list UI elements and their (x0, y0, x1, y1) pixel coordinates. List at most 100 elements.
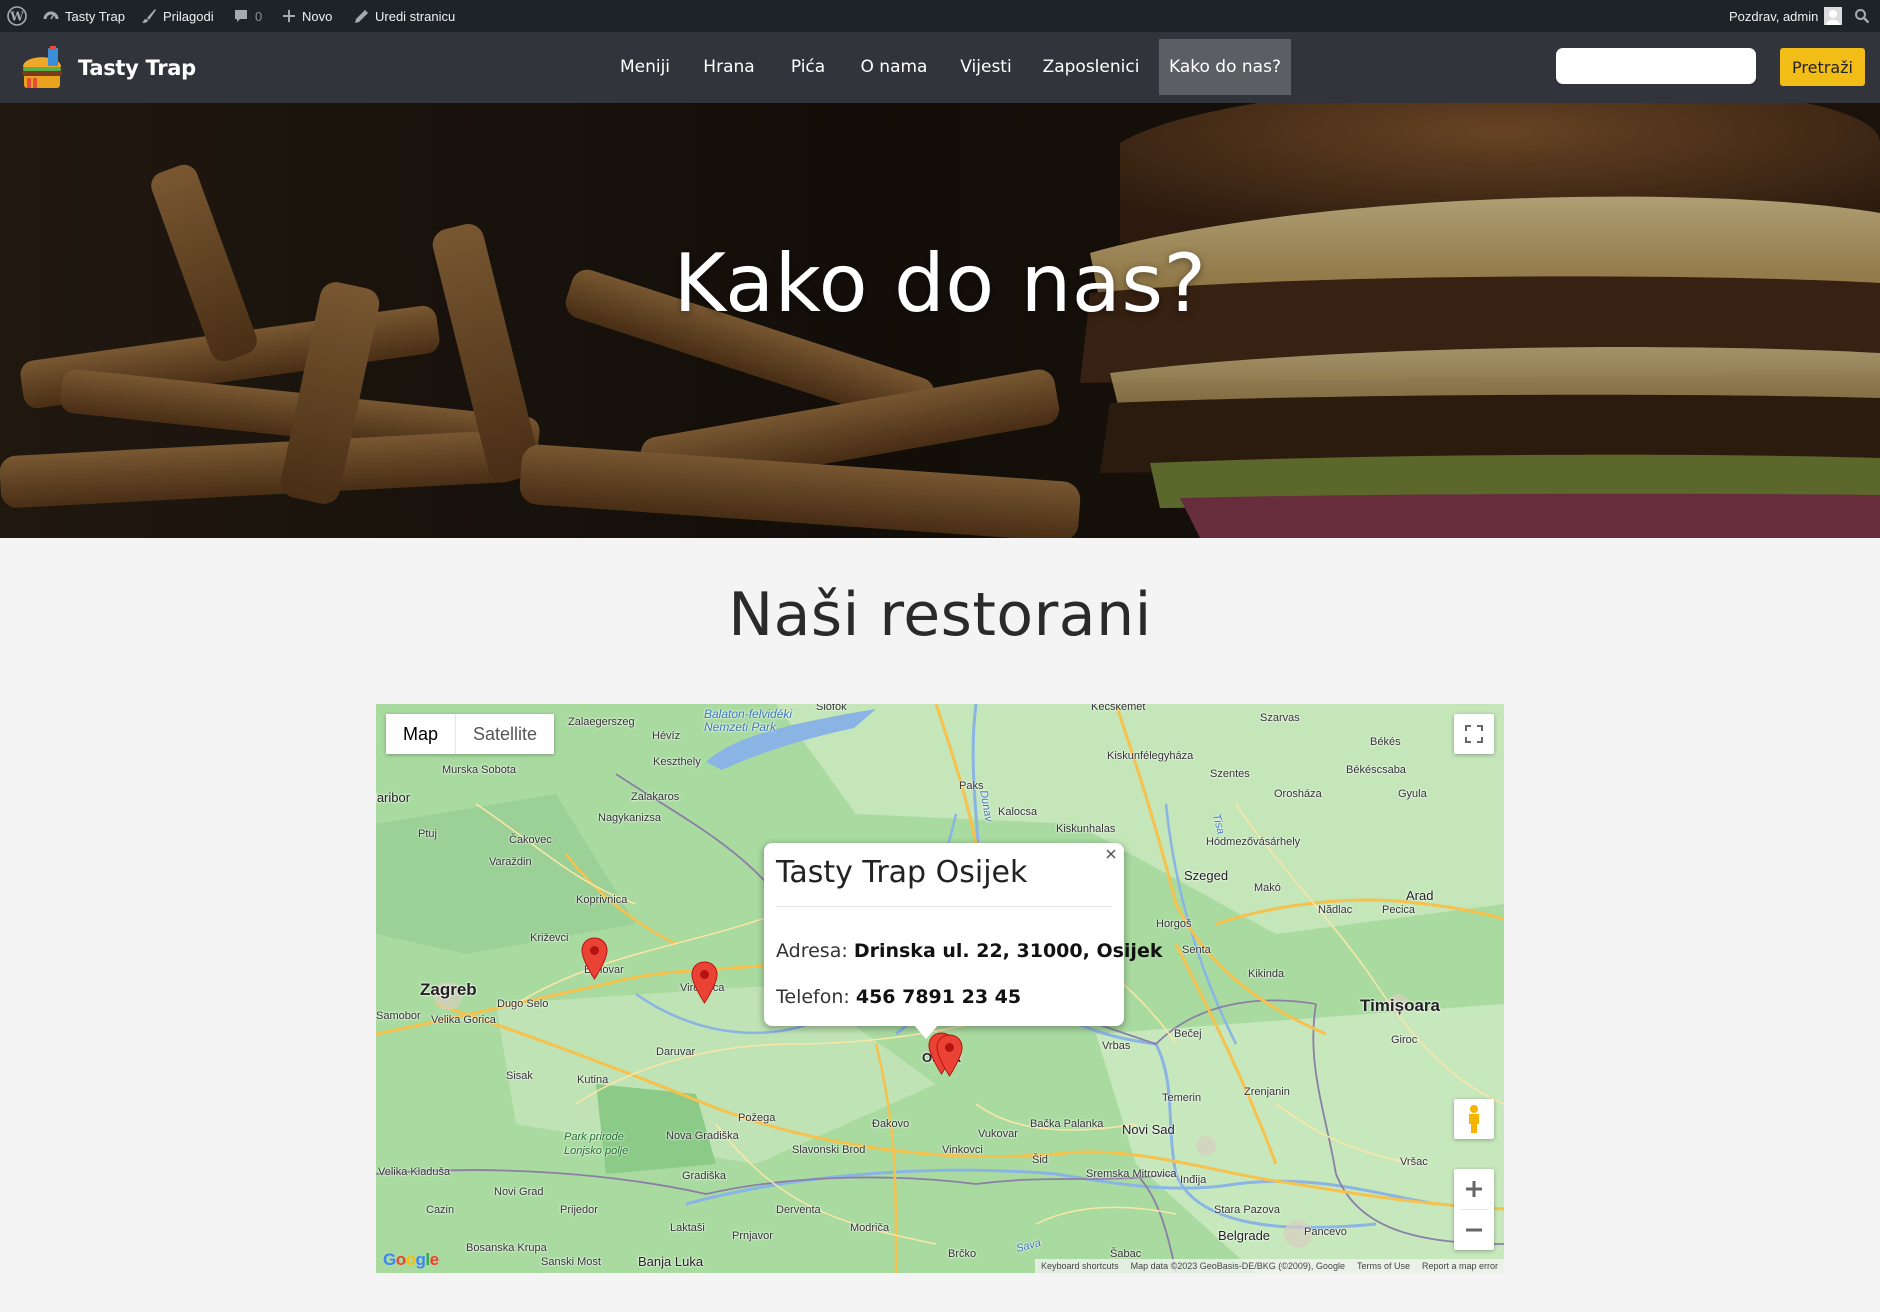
nav-item-hrana[interactable]: Hrana (694, 39, 764, 95)
admin-site-name[interactable]: Tasty Trap (43, 0, 125, 32)
admin-search-icon[interactable] (1854, 0, 1870, 32)
fullscreen-button[interactable] (1454, 714, 1494, 754)
pegman-icon (1469, 1105, 1479, 1133)
google-logo[interactable]: Google (383, 1250, 439, 1270)
map-label-novi-sad: Novi Sad (1122, 1122, 1175, 1137)
site-title[interactable]: Tasty Trap (78, 32, 196, 103)
zoom-control (1454, 1169, 1494, 1250)
info-window-divider (776, 906, 1112, 907)
map-label-heviz: Hévíz (652, 730, 681, 742)
google-map[interactable]: Zalaegerszeg Hévíz Keszthely Balaton-fel… (376, 704, 1504, 1273)
map-label-backa-palanka: Bačka Palanka (1030, 1118, 1104, 1130)
admin-greeting: Pozdrav, admin (1729, 8, 1819, 24)
map-label-zagreb: Zagreb (420, 980, 477, 999)
info-window-phone-label: Telefon: (776, 986, 850, 1008)
admin-customize[interactable]: Prilagodi (141, 0, 214, 32)
zoom-in-button[interactable] (1454, 1169, 1494, 1209)
brush-icon (142, 9, 156, 23)
map-label-pozega: Požega (738, 1112, 776, 1124)
fullscreen-icon (1465, 725, 1483, 743)
map-label-kiskunhalas: Kiskunhalas (1056, 823, 1116, 835)
map-label-gyula: Gyula (1398, 788, 1427, 800)
map-marker-virovitica[interactable] (691, 961, 718, 1004)
plus-icon (1466, 1181, 1482, 1197)
map-label-ptuj: Ptuj (418, 828, 437, 840)
nav-item-zaposlenici[interactable]: Zaposlenici (1036, 39, 1146, 95)
admin-account[interactable]: Pozdrav, admin (1729, 0, 1843, 32)
map-label-prnjavor: Prnjavor (732, 1230, 773, 1242)
comment-icon (235, 10, 247, 22)
map-label-velika-kladusa: Velika Kladuša (378, 1166, 451, 1178)
map-label-mako: Makó (1254, 882, 1281, 894)
nav-item-meniji[interactable]: Meniji (612, 39, 678, 95)
wordpress-logo-icon[interactable]: W (7, 0, 27, 32)
site-logo-icon[interactable] (18, 44, 66, 92)
map-label-novi-grad: Novi Grad (494, 1186, 544, 1198)
close-icon (1106, 849, 1116, 859)
svg-text:W: W (9, 10, 24, 24)
map-type-satellite-button[interactable]: Satellite (456, 714, 554, 754)
map-type-map-button[interactable]: Map (386, 714, 457, 754)
info-window-address-value: Drinska ul. 22, 31000, Osijek (853, 940, 1163, 962)
info-window-close-button[interactable] (1104, 847, 1118, 861)
map-label-velika-gorica: Velika Gorica (431, 1014, 496, 1026)
plus-icon (283, 10, 295, 22)
map-label-nagykanizsa: Nagykanizsa (598, 812, 661, 824)
admin-customize-label: Prilagodi (163, 8, 214, 24)
map-label-derventa: Derventa (776, 1204, 821, 1216)
keyboard-shortcuts-link[interactable]: Keyboard shortcuts (1041, 1261, 1119, 1271)
map-label-sid: Šid (1032, 1154, 1048, 1166)
nav-item-vijesti[interactable]: Vijesti (952, 39, 1020, 95)
map-label-belgrade: Belgrade (1218, 1228, 1271, 1243)
info-window-address-label: Adresa: (776, 940, 848, 962)
map-label-senta: Senta (1182, 944, 1211, 956)
map-label-kikinda: Kikinda (1248, 968, 1285, 980)
map-label-maribor: Maribor (376, 790, 411, 805)
map-label-krizevci: Križevci (530, 932, 569, 944)
map-label-vrsac: Vršac (1400, 1156, 1428, 1168)
admin-new-label: Novo (302, 8, 333, 24)
map-label-koprivnica: Koprivnica (576, 894, 628, 906)
map-label-hodmezovasarhely: Hódmezővásárhely (1206, 836, 1301, 848)
admin-edit-page[interactable]: Uredi stranicu (354, 0, 455, 32)
map-label-bosanska-krupa: Bosanska Krupa (466, 1242, 547, 1254)
map-label-sanski-most: Sanski Most (541, 1256, 601, 1268)
map-label-sremska-mitrovica: Sremska Mitrovica (1086, 1168, 1177, 1180)
map-label-timisoara: Timișoara (1360, 996, 1441, 1015)
nav-item-pica[interactable]: Pića (780, 39, 836, 95)
map-marker-bjelovar[interactable] (581, 937, 608, 980)
terms-of-use-link[interactable]: Terms of Use (1357, 1261, 1410, 1271)
admin-comments[interactable]: 0 (233, 0, 262, 32)
map-label-slavonski-brod: Slavonski Brod (792, 1144, 866, 1156)
avatar (1824, 7, 1843, 25)
search-button[interactable]: Pretraži (1780, 48, 1865, 86)
map-label-temerin: Temerin (1162, 1092, 1202, 1104)
map-label-vinkovci: Vinkovci (942, 1144, 983, 1156)
map-label-vrbas: Vrbas (1102, 1040, 1131, 1052)
admin-site-name-label: Tasty Trap (65, 8, 125, 24)
nav-item-o-nama[interactable]: O nama (852, 39, 936, 95)
map-label-pancevo: Pancevo (1304, 1226, 1347, 1238)
street-view-button[interactable] (1454, 1099, 1494, 1139)
map-marker-osijek-2[interactable] (936, 1034, 963, 1077)
map-label-kiskunfelegyhaza: Kiskunfélegyháza (1107, 750, 1194, 762)
admin-new[interactable]: Novo (282, 0, 332, 32)
map-info-window-tail (914, 1025, 938, 1039)
map-attribution: Keyboard shortcuts Map data ©2023 GeoBas… (1035, 1259, 1504, 1273)
report-map-error-link[interactable]: Report a map error (1422, 1261, 1498, 1271)
map-label-balaton-park: Balaton-felvidéki Nemzeti Park (704, 707, 793, 734)
zoom-out-button[interactable] (1454, 1210, 1494, 1250)
map-label-daruvar: Daruvar (656, 1046, 696, 1058)
pencil-icon (355, 9, 368, 23)
map-label-gradiska: Gradiška (682, 1170, 727, 1182)
map-label-stara-pazova: Stara Pazova (1214, 1204, 1281, 1216)
map-label-zrenjanin: Zrenjanin (1244, 1086, 1290, 1098)
nav-item-kako-do-nas[interactable]: Kako do nas? (1159, 39, 1291, 95)
map-label-cakovec: Čakovec (509, 834, 552, 846)
map-label-murska-sobota: Murska Sobota (442, 764, 516, 776)
map-label-kutina: Kutina (577, 1074, 609, 1086)
hero-title: Kako do nas? (673, 236, 1207, 330)
search-input[interactable] (1556, 48, 1756, 84)
map-label-horgos: Horgoš (1156, 918, 1192, 930)
dashboard-icon (43, 11, 59, 20)
